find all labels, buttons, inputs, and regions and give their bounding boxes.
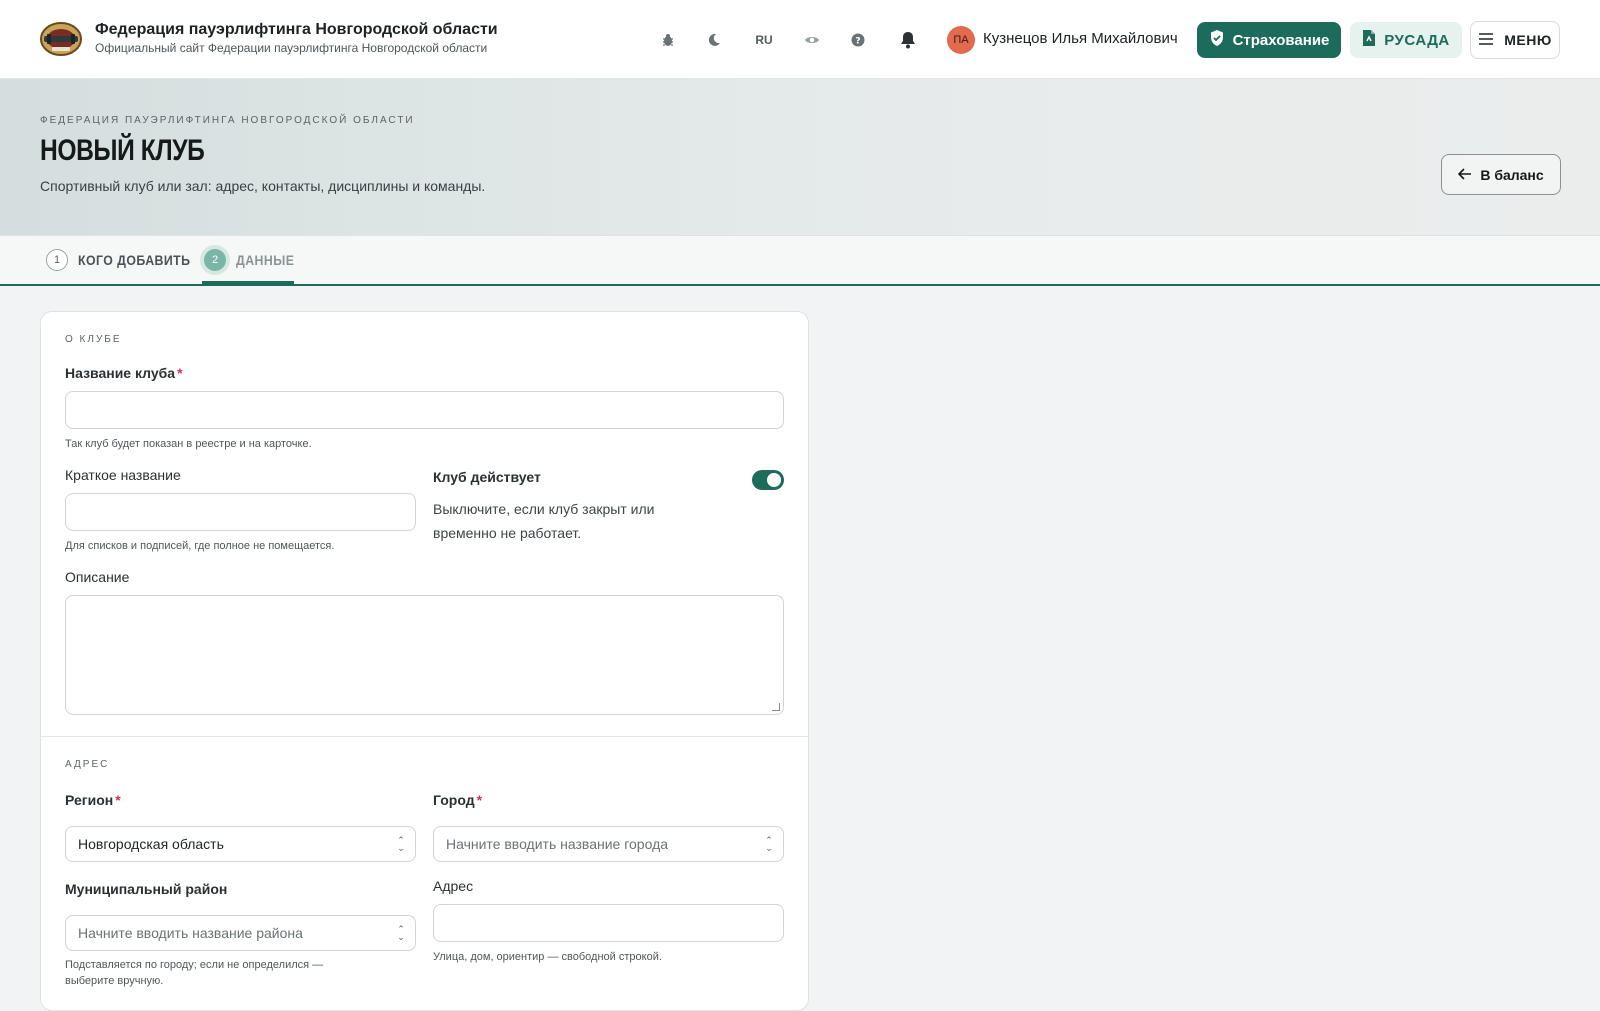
chevron-up-down-icon: ⌃ ⌄ — [397, 924, 405, 942]
region-value: Новгородская область — [78, 836, 224, 852]
required-mark: * — [177, 365, 183, 381]
brand-block[interactable]: Федерация пауэрлифтинга Новгородской обл… — [95, 20, 498, 56]
district-placeholder: Начните вводить название района — [78, 925, 303, 941]
short-name-label: Краткое название — [65, 467, 181, 483]
city-label: Город * — [433, 792, 483, 808]
chevron-up-down-icon: ⌃ ⌄ — [397, 835, 405, 853]
step-number: 1 — [46, 249, 68, 271]
step-number: 2 — [204, 249, 226, 271]
section-title-about: О клубе — [65, 334, 122, 345]
description-textarea[interactable] — [65, 595, 784, 715]
step-label: ДАННЫЕ — [236, 252, 295, 268]
top-bar: Федерация пауэрлифтинга Новгородской обл… — [0, 0, 1600, 79]
menu-label: МЕНЮ — [1504, 32, 1552, 48]
short-name-input[interactable] — [65, 493, 416, 531]
back-to-balance-button[interactable]: В баланс — [1441, 154, 1561, 195]
section-title-address: Адрес — [65, 759, 110, 770]
toggle-knob — [767, 473, 781, 487]
federation-logo[interactable] — [38, 20, 84, 58]
rusada-button[interactable]: РУСАДА — [1350, 22, 1462, 58]
address-hint: Улица, дом, ориентир — свободной строкой… — [433, 951, 662, 963]
site-subtitle: Официальный сайт Федерации пауэрлифтинга… — [95, 41, 488, 55]
region-select[interactable]: Новгородская область ⌃ ⌄ — [65, 826, 416, 862]
page-header: Федерация пауэрлифтинга Новгородской обл… — [0, 79, 1600, 236]
required-mark: * — [115, 792, 121, 808]
city-placeholder: Начните вводить название города — [446, 836, 669, 852]
page-title: НОВЫЙ КЛУБ — [40, 134, 205, 167]
club-form-card: О клубе Название клуба * Так клуб будет п… — [40, 311, 809, 1011]
club-name-input[interactable] — [65, 391, 784, 429]
insurance-label: Страхование — [1232, 31, 1330, 49]
page-subtitle: Спортивный клуб или зал: адрес, контакты… — [40, 178, 486, 194]
step-who-to-add[interactable]: 1 КОГО ДОБАВИТЬ — [46, 236, 206, 284]
arrow-left-icon — [1458, 167, 1472, 183]
address-input[interactable] — [433, 904, 784, 942]
breadcrumb[interactable]: Федерация пауэрлифтинга Новгородской обл… — [40, 115, 415, 126]
address-label: Адрес — [433, 878, 474, 894]
city-select[interactable]: Начните вводить название города ⌃ ⌄ — [433, 826, 784, 862]
rusada-label: РУСАДА — [1384, 31, 1450, 49]
user-name[interactable]: Кузнецов Илья Михайлович — [983, 30, 1178, 47]
short-name-hint: Для списков и подписей, где полное не по… — [65, 540, 335, 552]
bell-icon[interactable] — [896, 28, 920, 52]
moon-icon[interactable] — [702, 28, 726, 52]
menu-icon — [1478, 32, 1494, 48]
step-data[interactable]: 2 ДАННЫЕ — [204, 236, 306, 284]
club-active-description: Выключите, если клуб закрыт или временно… — [433, 501, 655, 541]
menu-button[interactable]: МЕНЮ — [1470, 21, 1560, 59]
language-switch[interactable]: RU — [752, 28, 776, 52]
bug-icon[interactable] — [656, 28, 680, 52]
insurance-button[interactable]: Страхование — [1197, 22, 1341, 58]
required-mark: * — [476, 792, 483, 808]
eye-icon[interactable] — [800, 28, 824, 52]
club-name-label: Название клуба * — [65, 365, 183, 381]
district-select[interactable]: Начните вводить название района ⌃ ⌄ — [65, 915, 416, 951]
back-label: В баланс — [1480, 166, 1544, 183]
club-active-toggle[interactable] — [752, 470, 784, 490]
site-title: Федерация пауэрлифтинга Новгородской обл… — [95, 21, 498, 38]
chevron-up-down-icon: ⌃ ⌄ — [765, 835, 773, 853]
wizard-steps: 1 КОГО ДОБАВИТЬ 2 ДАННЫЕ — [0, 236, 1600, 286]
step-label: КОГО ДОБАВИТЬ — [78, 252, 191, 268]
region-label: Регион * — [65, 792, 121, 808]
district-label: Муниципальный район — [65, 881, 228, 897]
avatar[interactable]: ПА — [947, 26, 975, 54]
club-active-label: Клуб действует — [433, 469, 541, 485]
section-divider — [41, 736, 808, 737]
document-icon — [1362, 29, 1376, 51]
active-step-indicator — [202, 281, 294, 284]
district-hint: Подставляется по городу; если не определ… — [65, 959, 324, 987]
help-icon[interactable]: ? — [846, 28, 870, 52]
svg-text:?: ? — [855, 37, 860, 47]
shield-check-icon — [1209, 29, 1225, 51]
club-name-hint: Так клуб будет показан в реестре и на ка… — [65, 438, 312, 450]
resize-handle[interactable] — [772, 703, 780, 711]
description-label: Описание — [65, 569, 130, 585]
